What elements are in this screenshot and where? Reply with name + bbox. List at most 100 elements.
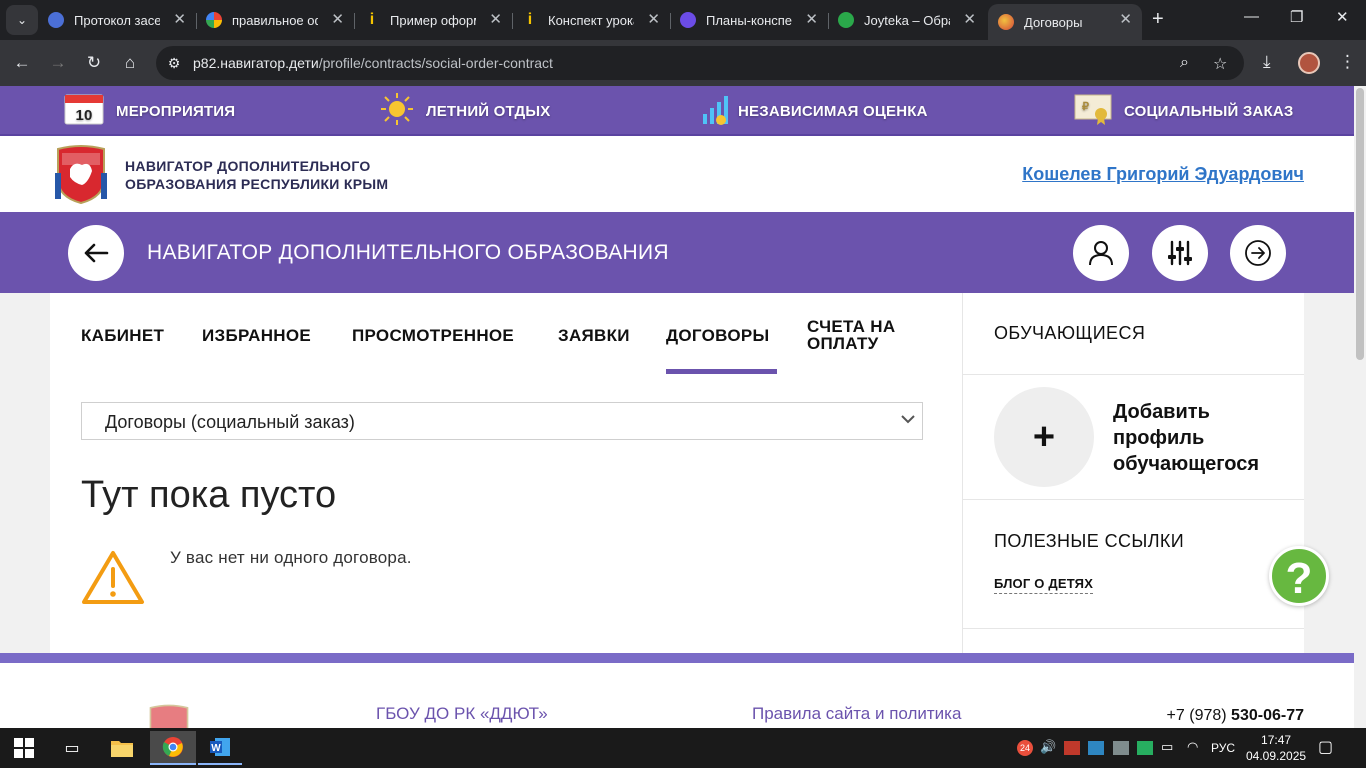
add-profile-plus-button[interactable]: +	[994, 387, 1094, 487]
url-domain: p82.навигатор.дети	[193, 55, 319, 71]
browser-tab[interactable]: Joyteka – Обра ✕	[828, 4, 986, 36]
contract-type-select[interactable]: Договоры (социальный заказ)	[81, 402, 923, 440]
blog-link[interactable]: БЛОГ О ДЕТЯХ	[994, 576, 1094, 594]
empty-state-heading: Тут пока пусто	[81, 474, 337, 516]
action-center-icon[interactable]: ▢	[1318, 737, 1333, 757]
add-profile-label[interactable]: Добавить профиль обучающегося	[1113, 399, 1283, 477]
system-clock[interactable]: 17:47 04.09.2025	[1246, 732, 1306, 764]
footer-rules-link[interactable]: Правила сайта и политика	[752, 704, 961, 724]
restore-icon[interactable]: ❐	[1290, 8, 1303, 26]
menu-item-assessment[interactable]: НЕЗАВИСИМАЯ ОЦЕНКА	[700, 86, 928, 136]
tab-title: Планы-конспек	[706, 12, 792, 28]
back-button[interactable]	[68, 225, 124, 281]
close-tab-icon[interactable]: ✕	[647, 12, 660, 28]
bookmark-star-icon[interactable]: ☆	[1213, 54, 1227, 74]
page-title: НАВИГАТОР ДОПОЛНИТЕЛЬНОГО ОБРАЗОВАНИЯ	[147, 241, 669, 264]
tray-app-icon[interactable]	[1113, 741, 1129, 755]
browser-tab[interactable]: i Конспект урока ✕	[512, 4, 670, 36]
page-scrollbar[interactable]	[1354, 86, 1366, 728]
reload-icon[interactable]: ↻	[82, 51, 106, 75]
menu-dots-icon[interactable]: ⋮	[1339, 52, 1356, 72]
clock-date: 04.09.2025	[1246, 749, 1307, 763]
brand-line-2: ОБРАЗОВАНИЯ РЕСПУБЛИКИ КРЫМ	[125, 176, 389, 192]
download-icon[interactable]: ⤓	[1263, 52, 1271, 72]
students-heading: ОБУЧАЮЩИЕСЯ	[994, 323, 1146, 343]
close-window-icon[interactable]: ✕	[1336, 8, 1349, 26]
brand-line-1: НАВИГАТОР ДОПОЛНИТЕЛЬНОГО	[125, 158, 371, 174]
windows-start-icon[interactable]	[4, 734, 44, 762]
zoom-icon[interactable]: ⌕	[1180, 54, 1189, 72]
browser-tab[interactable]: правильное оф ✕	[196, 4, 354, 36]
back-icon[interactable]: ←	[10, 51, 34, 75]
menu-item-summer[interactable]: ЛЕТНИЙ ОТДЫХ	[380, 86, 551, 136]
sun-icon	[380, 92, 414, 130]
students-section: ОБУЧАЮЩИЕСЯ	[963, 293, 1304, 375]
menu-item-events[interactable]: 10 МЕРОПРИЯТИЯ	[64, 86, 235, 136]
tab-viewed[interactable]: ПРОСМОТРЕННОЕ	[352, 327, 514, 344]
tab-search-button[interactable]: ⌄	[6, 5, 38, 35]
help-button[interactable]: ?	[1269, 546, 1329, 606]
info-favicon-icon: i	[369, 11, 375, 28]
tab-favorites[interactable]: ИЗБРАННОЕ	[202, 327, 311, 344]
sliders-icon	[1168, 240, 1192, 266]
tab-invoices[interactable]: СЧЕТА НА ОПЛАТУ	[807, 318, 917, 352]
volume-icon[interactable]: 🔊	[1040, 739, 1056, 755]
phone-number: 530-06-77	[1231, 707, 1304, 724]
chrome-taskbar-icon[interactable]	[150, 731, 196, 765]
browser-tab[interactable]: i Пример оформ ✕	[354, 4, 512, 36]
user-name-link[interactable]: Кошелев Григорий Эдуардович	[1022, 164, 1304, 185]
close-tab-icon[interactable]: ✕	[963, 12, 976, 28]
tab-favicon-icon	[680, 12, 696, 28]
profile-avatar-icon[interactable]	[1298, 52, 1320, 74]
forward-icon[interactable]: →	[46, 51, 70, 75]
info-favicon-icon: i	[527, 11, 533, 28]
word-taskbar-icon[interactable]: W	[198, 731, 242, 765]
notification-badge-icon[interactable]: 24	[1017, 740, 1033, 756]
tab-title: Договоры	[1024, 14, 1083, 30]
close-tab-icon[interactable]: ✕	[489, 12, 502, 28]
tab-title: Пример оформ	[390, 12, 476, 28]
tab-applications[interactable]: ЗАЯВКИ	[558, 327, 630, 344]
address-bar[interactable]: ⚙ p82.навигатор.дети/profile/contracts/s…	[156, 46, 1244, 80]
nvidia-tray-icon[interactable]	[1137, 741, 1153, 755]
file-explorer-icon[interactable]	[102, 734, 142, 762]
web-page: 10 МЕРОПРИЯТИЯ ЛЕТНИЙ ОТДЫХ НЕЗАВИСИМАЯ …	[0, 86, 1354, 728]
scrollbar-thumb[interactable]	[1356, 88, 1364, 360]
task-view-icon[interactable]: ▭	[52, 734, 92, 762]
profile-button[interactable]	[1073, 225, 1129, 281]
browser-tab-active[interactable]: Договоры ✕	[988, 4, 1142, 40]
battery-icon[interactable]: ▭	[1161, 739, 1173, 755]
new-tab-button[interactable]: +	[1152, 8, 1164, 30]
tab-cabinet[interactable]: КАБИНЕТ	[81, 327, 164, 344]
settings-button[interactable]	[1152, 225, 1208, 281]
close-tab-icon[interactable]: ✕	[173, 12, 186, 28]
tab-favicon-icon	[838, 12, 854, 28]
google-favicon-icon	[206, 12, 222, 28]
logout-button[interactable]	[1230, 225, 1286, 281]
url-path: /profile/contracts/social-order-contract	[318, 55, 553, 71]
language-indicator[interactable]: РУС	[1211, 741, 1235, 755]
site-header: НАВИГАТОР ДОПОЛНИТЕЛЬНОГО ОБРАЗОВАНИЯ РЕ…	[0, 136, 1354, 212]
tray-app-icon[interactable]	[1088, 741, 1104, 755]
tray-app-icon[interactable]	[1064, 741, 1080, 755]
crimea-coat-of-arms-logo[interactable]	[52, 143, 110, 205]
minimize-icon[interactable]: —	[1244, 8, 1259, 25]
menu-item-social-order[interactable]: ₽ СОЦИАЛЬНЫЙ ЗАКАЗ	[1074, 86, 1293, 136]
site-brand[interactable]: НАВИГАТОР ДОПОЛНИТЕЛЬНОГО ОБРАЗОВАНИЯ РЕ…	[125, 157, 388, 193]
home-icon[interactable]: ⌂	[118, 51, 142, 75]
menu-item-label: ЛЕТНИЙ ОТДЫХ	[426, 102, 551, 120]
site-info-icon[interactable]: ⚙	[164, 53, 184, 73]
wifi-icon[interactable]: ◠	[1187, 739, 1198, 755]
calendar-icon: 10	[64, 93, 104, 129]
browser-tab[interactable]: Планы-конспек ✕	[670, 4, 828, 36]
browser-tab[interactable]: Протокол засед ✕	[38, 4, 196, 36]
close-tab-icon[interactable]: ✕	[331, 12, 344, 28]
close-tab-icon[interactable]: ✕	[1119, 12, 1132, 28]
calendar-day: 10	[75, 107, 92, 124]
footer-phone[interactable]: +7 (978) 530-06-77	[1167, 707, 1304, 725]
footer-org-link[interactable]: ГБОУ ДО РК «ДДЮТ»	[376, 704, 548, 724]
contracts-panel: КАБИНЕТ ИЗБРАННОЕ ПРОСМОТРЕННОЕ ЗАЯВКИ Д…	[50, 293, 962, 653]
tab-contracts[interactable]: ДОГОВОРЫ	[666, 327, 777, 374]
close-tab-icon[interactable]: ✕	[805, 12, 818, 28]
certificate-icon: ₽	[1074, 92, 1112, 130]
